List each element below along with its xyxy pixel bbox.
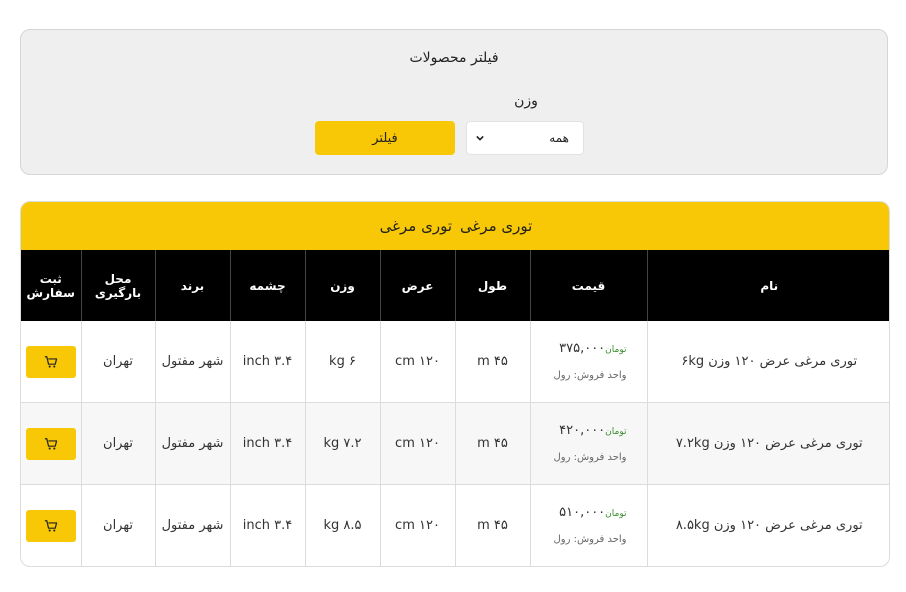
price-amount: ۴۲۰,۰۰۰ [559, 423, 606, 438]
order-cell [21, 402, 82, 485]
weight-select-value: همه [549, 131, 569, 145]
width-cell: ۱۲۰ cm [380, 402, 456, 485]
table-header-row: ثبت سفارش محل بارگیری برند چشمه وزن عرض … [21, 250, 889, 321]
header-name: نام [647, 250, 889, 321]
header-width: عرض [380, 250, 456, 321]
weight-cell: ۸.۵ kg [305, 484, 381, 566]
product-name: توری مرغی عرض ۱۲۰ وزن ۷.۲kg [647, 402, 889, 485]
filter-title: فیلتر محصولات [409, 50, 499, 66]
weight-select[interactable]: همه [466, 121, 584, 155]
weight-cell: ۶ kg [305, 321, 381, 403]
chevron-down-icon [476, 135, 484, 141]
product-card: توری مرغی توری مرغی ثبت سفارش محل بارگیر… [20, 201, 890, 567]
header-location: محل بارگیری [81, 250, 156, 321]
mesh-cell: ۳.۴ inch [230, 484, 306, 566]
length-cell: ۴۵ m [455, 321, 531, 403]
brand-cell: شهر مفتول [155, 321, 231, 403]
brand-cell: شهر مفتول [155, 402, 231, 485]
order-cell [21, 484, 82, 566]
header-weight: وزن [305, 250, 381, 321]
price-cell: تومان۴۲۰,۰۰۰ واحد فروش: رول [530, 402, 648, 485]
filter-button[interactable]: فیلتر [315, 121, 455, 155]
weight-cell: ۷.۲ kg [305, 402, 381, 485]
add-to-cart-button[interactable] [25, 509, 76, 542]
price-currency: تومان [605, 509, 627, 519]
width-cell: ۱۲۰ cm [380, 321, 456, 403]
mesh-cell: ۳.۴ inch [230, 321, 306, 403]
cart-icon [44, 519, 57, 532]
card-header: توری مرغی توری مرغی [21, 202, 889, 250]
header-price: قیمت [530, 250, 648, 321]
cart-icon [44, 355, 57, 368]
location-cell: تهران [81, 321, 156, 403]
length-cell: ۴۵ m [455, 402, 531, 485]
sale-unit: واحد فروش: رول [553, 452, 627, 463]
header-length: طول [455, 250, 531, 321]
card-subtitle: توری مرغی [379, 217, 452, 235]
sale-unit: واحد فروش: رول [553, 534, 627, 545]
price-currency: تومان [605, 427, 627, 437]
price-amount: ۳۷۵,۰۰۰ [559, 341, 606, 356]
location-cell: تهران [81, 484, 156, 566]
mesh-cell: ۳.۴ inch [230, 402, 306, 485]
price-amount: ۵۱۰,۰۰۰ [559, 505, 606, 520]
add-to-cart-button[interactable] [25, 427, 76, 460]
product-filter-panel: فیلتر محصولات وزن همه فیلتر [20, 29, 888, 175]
cart-icon [44, 437, 57, 450]
products-table: ثبت سفارش محل بارگیری برند چشمه وزن عرض … [21, 250, 889, 566]
price-cell: تومان۵۱۰,۰۰۰ واحد فروش: رول [530, 484, 648, 566]
add-to-cart-button[interactable] [25, 345, 76, 378]
header-order: ثبت سفارش [21, 250, 82, 321]
brand-cell: شهر مفتول [155, 484, 231, 566]
width-cell: ۱۲۰ cm [380, 484, 456, 566]
card-title: توری مرغی [460, 217, 533, 235]
sale-unit: واحد فروش: رول [553, 370, 627, 381]
length-cell: ۴۵ m [455, 484, 531, 566]
header-mesh: چشمه [230, 250, 306, 321]
table-row: تهران شهر مفتول ۳.۴ inch ۶ kg ۱۲۰ cm ۴۵ … [21, 321, 889, 403]
location-cell: تهران [81, 402, 156, 485]
weight-filter-label: وزن [514, 93, 538, 109]
table-row: تهران شهر مفتول ۳.۴ inch ۸.۵ kg ۱۲۰ cm ۴… [21, 484, 889, 566]
header-brand: برند [155, 250, 231, 321]
price-cell: تومان۳۷۵,۰۰۰ واحد فروش: رول [530, 321, 648, 403]
table-row: تهران شهر مفتول ۳.۴ inch ۷.۲ kg ۱۲۰ cm ۴… [21, 402, 889, 485]
price-currency: تومان [605, 345, 627, 355]
product-name: توری مرغی عرض ۱۲۰ وزن ۶kg [647, 321, 889, 403]
product-name: توری مرغی عرض ۱۲۰ وزن ۸.۵kg [647, 484, 889, 566]
order-cell [21, 321, 82, 403]
